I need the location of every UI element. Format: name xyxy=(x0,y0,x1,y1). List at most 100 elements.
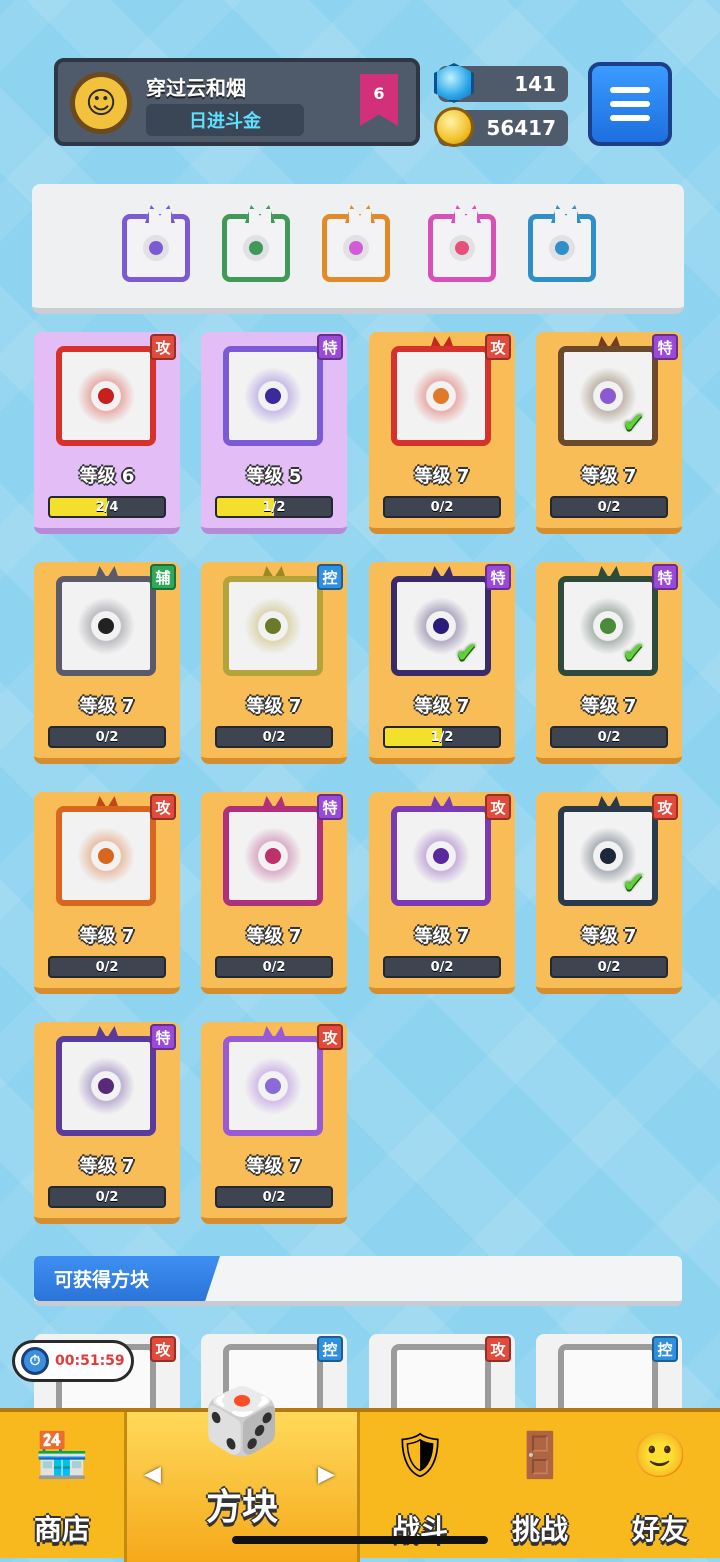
progress-text: 0/2 xyxy=(95,959,119,975)
block-core-icon xyxy=(349,241,363,255)
block-core-icon xyxy=(600,848,616,864)
block-card[interactable]: 攻等级 7 0/2 xyxy=(369,792,515,994)
block-core-icon xyxy=(555,241,569,255)
profile-panel[interactable]: ☺ 穿过云和烟 日进斗金 6 xyxy=(54,58,420,146)
block-card[interactable]: ✔ 攻等级 7 0/2 xyxy=(536,792,682,994)
block-core-icon xyxy=(98,388,114,404)
block-type-tag: 控 xyxy=(317,564,343,590)
progress-text: 0/2 xyxy=(430,499,454,515)
progress-text: 0/2 xyxy=(597,729,621,745)
nav-label: 挑战 xyxy=(511,1513,568,1546)
nav-shop[interactable]: 🏪 商店 xyxy=(0,1412,124,1562)
block-level: 等级 7 xyxy=(414,696,470,717)
block-card[interactable]: 特等级 5 1/2 xyxy=(201,332,347,534)
block-card[interactable]: ✔ 特等级 7 1/2 xyxy=(369,562,515,764)
progress-text: 0/2 xyxy=(430,959,454,975)
block-type-tag: 特 xyxy=(652,564,678,590)
block-card[interactable]: 控等级 7 0/2 xyxy=(201,562,347,764)
block-level: 等级 7 xyxy=(414,926,470,947)
upgrade-progress-bar: 0/2 xyxy=(383,496,501,518)
block-level: 等级 7 xyxy=(79,1156,135,1177)
nav-label: 方块 xyxy=(205,1487,278,1528)
dragon-green-block-icon[interactable] xyxy=(222,214,290,282)
rainbow-block-icon[interactable] xyxy=(428,214,496,282)
nav-label: 好友 xyxy=(631,1513,688,1546)
block-core-icon xyxy=(149,241,163,255)
challenge-icon: 🚪 xyxy=(512,1430,568,1481)
next-arrow-icon[interactable]: ▶ xyxy=(318,1462,335,1487)
avatar-icon[interactable]: ☺ xyxy=(70,72,132,134)
block-card[interactable]: 特等级 7 0/2 xyxy=(201,792,347,994)
block-image xyxy=(56,806,156,906)
block-card[interactable]: 辅等级 7 0/2 xyxy=(34,562,180,764)
block-type-tag: 攻 xyxy=(150,334,176,360)
obtainable-label: 可获得方块 xyxy=(34,1256,220,1301)
block-card[interactable]: 攻等级 7 0/2 xyxy=(34,792,180,994)
progress-text: 0/2 xyxy=(597,499,621,515)
nav-challenge[interactable]: 🚪 挑战 xyxy=(480,1412,600,1562)
block-type-tag: 攻 xyxy=(317,1024,343,1050)
rank-badge: 6 xyxy=(360,74,398,126)
menu-button[interactable] xyxy=(588,62,672,146)
nav-label: 商店 xyxy=(33,1513,90,1546)
block-level: 等级 7 xyxy=(79,696,135,717)
coin-icon xyxy=(434,107,474,147)
block-core-icon xyxy=(600,618,616,634)
block-level: 等级 7 xyxy=(246,1156,302,1177)
block-type-tag: 攻 xyxy=(150,794,176,820)
upgrade-progress-bar: 0/2 xyxy=(48,956,166,978)
shop-icon: 🏪 xyxy=(34,1430,90,1481)
prev-arrow-icon[interactable]: ◀ xyxy=(144,1462,161,1487)
block-card[interactable]: ✔ 特等级 7 0/2 xyxy=(536,332,682,534)
coin-counter: 56417 xyxy=(434,107,568,147)
dragon-rainbow-block-icon[interactable] xyxy=(322,214,390,282)
block-type-tag: 特 xyxy=(150,1024,176,1050)
obtainable-header: 可获得方块 xyxy=(34,1256,682,1306)
friends-icon: 🙂 xyxy=(632,1430,688,1481)
upgrade-progress-bar: 1/2 xyxy=(383,726,501,748)
progress-text: 0/2 xyxy=(95,1189,119,1205)
block-type-tag: 攻 xyxy=(150,1336,176,1362)
progress-text: 0/2 xyxy=(262,1189,286,1205)
block-level: 等级 7 xyxy=(79,926,135,947)
progress-text: 2/4 xyxy=(95,499,119,515)
upgrade-progress-bar: 0/2 xyxy=(550,496,668,518)
block-level: 等级 7 xyxy=(414,466,470,487)
upgrade-progress-bar: 2/4 xyxy=(48,496,166,518)
progress-text: 0/2 xyxy=(95,729,119,745)
block-type-tag: 特 xyxy=(317,334,343,360)
menu-line-icon xyxy=(610,87,650,93)
equipped-check-icon: ✔ xyxy=(622,636,646,669)
block-type-tag: 控 xyxy=(652,1336,678,1362)
block-type-tag: 辅 xyxy=(150,564,176,590)
block-type-tag: 特 xyxy=(485,564,511,590)
block-core-icon xyxy=(455,241,469,255)
block-card[interactable]: ✔ 特等级 7 0/2 xyxy=(536,562,682,764)
menu-line-icon xyxy=(610,115,650,121)
upgrade-progress-bar: 0/2 xyxy=(215,1186,333,1208)
dragon-blue-block-icon[interactable] xyxy=(528,214,596,282)
equipped-check-icon: ✔ xyxy=(455,636,479,669)
nav-friends[interactable]: 🙂 好友 xyxy=(600,1412,720,1562)
block-core-icon xyxy=(433,848,449,864)
block-level: 等级 6 xyxy=(79,466,135,487)
event-timer[interactable]: ⏱ 00:51:59 xyxy=(12,1340,134,1382)
block-card[interactable]: 攻等级 7 0/2 xyxy=(369,332,515,534)
progress-text: 1/2 xyxy=(262,499,286,515)
block-level: 等级 7 xyxy=(246,696,302,717)
block-icon: 🎲 xyxy=(202,1384,282,1459)
block-card[interactable]: 攻等级 7 0/2 xyxy=(201,1022,347,1224)
block-type-tag: 攻 xyxy=(485,794,511,820)
block-core-icon xyxy=(98,848,114,864)
block-image xyxy=(223,576,323,676)
menu-line-icon xyxy=(610,101,650,107)
gem-count: 141 xyxy=(514,72,556,96)
block-core-icon xyxy=(265,1078,281,1094)
dragon-purple-block-icon[interactable] xyxy=(122,214,190,282)
block-card[interactable]: 攻等级 6 2/4 xyxy=(34,332,180,534)
battle-icon: 🛡 xyxy=(392,1430,448,1481)
block-type-tag: 攻 xyxy=(485,334,511,360)
block-level: 等级 7 xyxy=(581,926,637,947)
block-card[interactable]: 特等级 7 0/2 xyxy=(34,1022,180,1224)
block-type-tag: 控 xyxy=(317,1336,343,1362)
